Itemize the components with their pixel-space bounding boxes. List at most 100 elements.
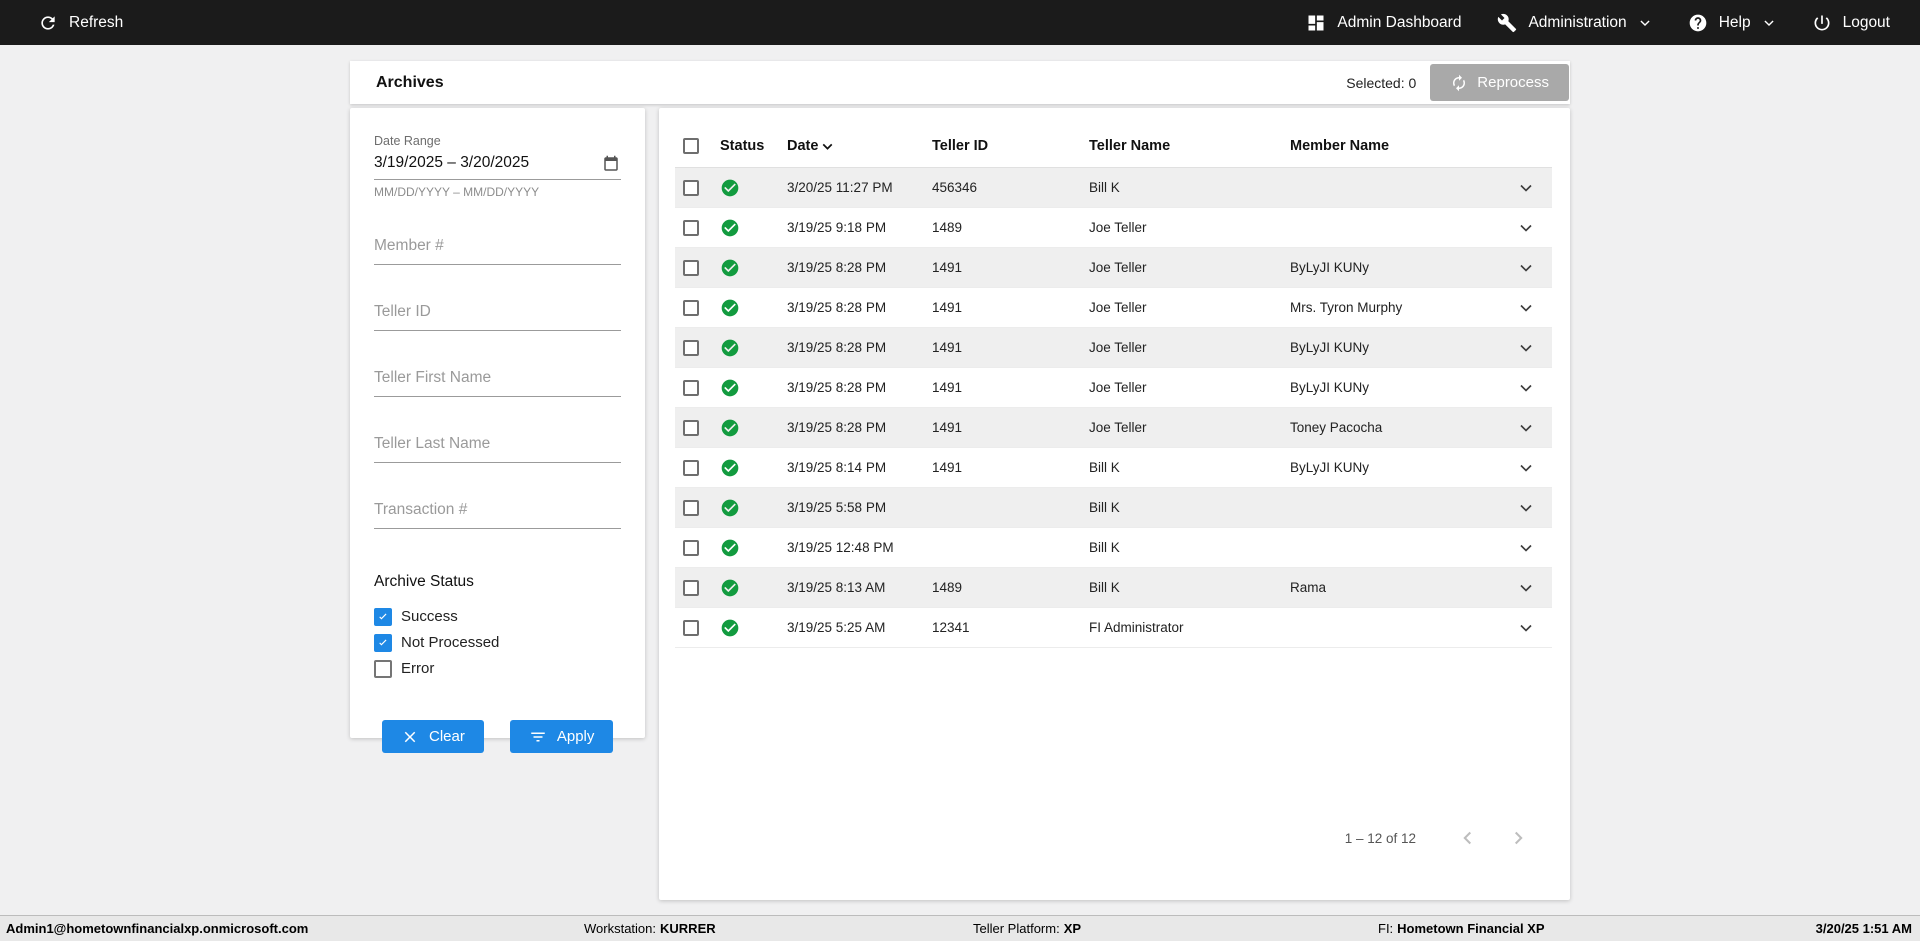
row-date: 3/19/25 8:28 PM [787,340,932,355]
table-row[interactable]: 3/19/25 8:28 PM 1491 Joe Teller Toney Pa… [675,408,1552,448]
filter-icon [529,728,547,746]
expand-row-button[interactable] [1514,456,1538,480]
help-label: Help [1719,14,1751,32]
table-row[interactable]: 3/20/25 11:27 PM 456346 Bill K [675,168,1552,208]
row-date: 3/19/25 8:28 PM [787,420,932,435]
expand-row-button[interactable] [1514,216,1538,240]
row-teller-name: Bill K [1089,500,1290,515]
column-header-date[interactable]: Date [787,136,932,155]
previous-page-button[interactable] [1454,824,1482,852]
financial-institution-info: FI: Hometown Financial XP [1378,916,1545,941]
row-date: 3/19/25 8:28 PM [787,380,932,395]
logged-in-user: Admin1@hometownfinancialxp.onmicrosoft.c… [6,916,308,941]
row-teller-id: 456346 [932,180,1089,195]
archive-status-option[interactable]: Success [374,607,621,626]
row-checkbox[interactable] [683,340,699,356]
clear-button[interactable]: Clear [382,720,484,753]
help-menu-button[interactable]: Help [1686,7,1778,39]
reprocess-button[interactable]: Reprocess [1430,64,1569,101]
teller-id-input[interactable] [374,299,621,331]
admin-dashboard-label: Admin Dashboard [1337,14,1461,32]
row-teller-name: Joe Teller [1089,420,1290,435]
transaction-number-input[interactable] [374,497,621,529]
row-checkbox[interactable] [683,500,699,516]
expand-row-button[interactable] [1514,256,1538,280]
date-picker-button[interactable] [601,154,621,174]
row-checkbox[interactable] [683,380,699,396]
row-teller-id: 1491 [932,420,1089,435]
table-row[interactable]: 3/19/25 8:13 AM 1489 Bill K Rama [675,568,1552,608]
expand-row-button[interactable] [1514,536,1538,560]
refresh-button[interactable]: Refresh [36,7,125,39]
archive-status-option[interactable]: Not Processed [374,633,621,652]
logout-button[interactable]: Logout [1810,7,1892,39]
row-checkbox[interactable] [683,580,699,596]
row-teller-id: 1491 [932,340,1089,355]
date-range-input[interactable] [374,150,601,174]
current-datetime: 3/20/25 1:51 AM [1816,916,1912,941]
row-teller-id: 12341 [932,620,1089,635]
row-date: 3/19/25 8:28 PM [787,260,932,275]
table-row[interactable]: 3/19/25 8:28 PM 1491 Joe Teller ByLyJI K… [675,328,1552,368]
table-row[interactable]: 3/19/25 9:18 PM 1489 Joe Teller [675,208,1552,248]
chevron-left-icon [1457,827,1479,849]
row-date: 3/19/25 9:18 PM [787,220,932,235]
apply-button[interactable]: Apply [510,720,614,753]
expand-row-button[interactable] [1514,416,1538,440]
expand-row-button[interactable] [1514,296,1538,320]
table-row[interactable]: 3/19/25 12:48 PM Bill K [675,528,1552,568]
row-checkbox[interactable] [683,260,699,276]
table-row[interactable]: 3/19/25 8:14 PM 1491 Bill K ByLyJI KUNy [675,448,1552,488]
table-row[interactable]: 3/19/25 8:28 PM 1491 Joe Teller Mrs. Tyr… [675,288,1552,328]
row-teller-id: 1489 [932,220,1089,235]
expand-row-button[interactable] [1514,616,1538,640]
expand-row-button[interactable] [1514,576,1538,600]
check-icon [376,635,390,651]
row-checkbox[interactable] [683,620,699,636]
expand-row-button[interactable] [1514,336,1538,360]
teller-first-name-input[interactable] [374,365,621,397]
table-row[interactable]: 3/19/25 5:25 AM 12341 FI Administrator [675,608,1552,648]
filter-field [374,497,621,529]
row-date: 3/19/25 12:48 PM [787,540,932,555]
row-checkbox[interactable] [683,420,699,436]
row-member-name: ByLyJI KUNy [1290,340,1505,355]
table-row[interactable]: 3/19/25 8:28 PM 1491 Joe Teller ByLyJI K… [675,368,1552,408]
row-teller-name: FI Administrator [1089,620,1290,635]
row-checkbox[interactable] [683,460,699,476]
row-checkbox[interactable] [683,220,699,236]
filter-panel: Date Range MM/DD/YYYY – MM/DD/YYYY Archi… [350,108,645,738]
chevron-down-icon [1516,578,1536,598]
row-teller-id: 1489 [932,580,1089,595]
power-icon [1812,13,1832,33]
chevron-down-icon [1516,338,1536,358]
topbar-nav: Admin Dashboard Administration Help Logo… [1304,7,1892,39]
help-icon [1688,13,1708,33]
archive-status-option[interactable]: Error [374,659,621,678]
administration-menu-button[interactable]: Administration [1495,7,1653,39]
logout-label: Logout [1843,14,1890,32]
row-checkbox[interactable] [683,180,699,196]
row-date: 3/19/25 5:25 AM [787,620,932,635]
table-body: 3/20/25 11:27 PM 456346 Bill K 3/19/25 9… [675,168,1552,648]
select-all-checkbox[interactable] [683,138,699,154]
row-teller-name: Bill K [1089,580,1290,595]
success-check-circle-icon [720,178,740,198]
wrench-icon [1497,13,1517,33]
success-check-circle-icon [720,458,740,478]
table-row[interactable]: 3/19/25 8:28 PM 1491 Joe Teller ByLyJI K… [675,248,1552,288]
table-row[interactable]: 3/19/25 5:58 PM Bill K [675,488,1552,528]
teller-last-name-input[interactable] [374,431,621,463]
row-checkbox[interactable] [683,540,699,556]
row-teller-name: Bill K [1089,460,1290,475]
column-header-teller-id: Teller ID [932,138,1089,154]
row-checkbox[interactable] [683,300,699,316]
admin-dashboard-button[interactable]: Admin Dashboard [1304,7,1463,39]
member-number-input[interactable] [374,233,621,265]
expand-row-button[interactable] [1514,176,1538,200]
expand-row-button[interactable] [1514,376,1538,400]
page-title: Archives [376,74,444,92]
expand-row-button[interactable] [1514,496,1538,520]
next-page-button[interactable] [1504,824,1532,852]
sort-desc-icon [819,138,836,155]
